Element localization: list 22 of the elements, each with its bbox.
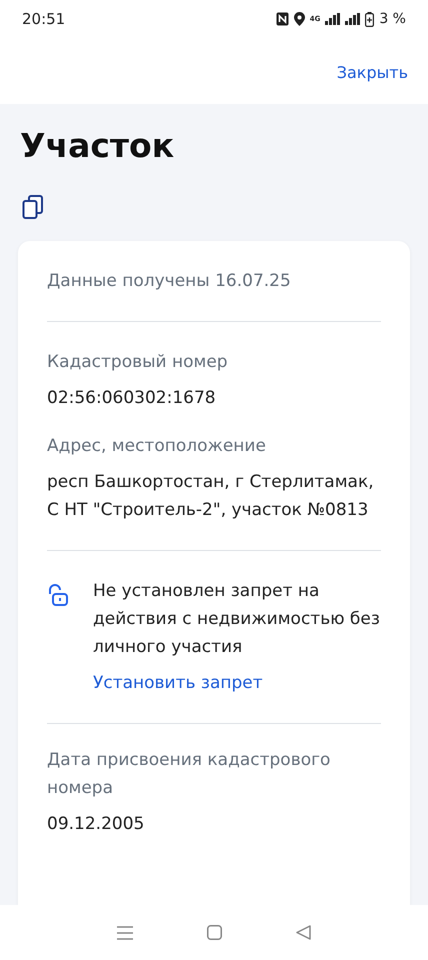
nfc-icon [276, 12, 289, 26]
field-value: 02:56:060302:1678 [47, 387, 217, 410]
back-icon[interactable] [296, 925, 311, 940]
signal-icon [345, 13, 360, 25]
battery-icon [365, 12, 374, 26]
page-title: Участок [20, 126, 176, 165]
field-label: Адрес, местоположение [47, 435, 267, 458]
menu-icon[interactable] [117, 926, 133, 940]
ban-status-text: Не установлен запрет на действия с недвижимостью без личного участия [93, 580, 381, 659]
field-label: Кадастровый номер [47, 351, 229, 374]
copy-icon[interactable] [22, 195, 44, 219]
battery-level: 3 % [379, 11, 406, 27]
close-link[interactable]: Закрыть [336, 62, 408, 82]
field-value: 09.12.2005 [47, 813, 146, 836]
location-icon [294, 12, 305, 26]
data-date: Данные получены 16.07.25 [47, 271, 291, 291]
signal-icon [325, 13, 340, 25]
field-label: Дата присвоения кадастрового номера [47, 749, 332, 800]
field-value: респ Башкортостан, г Стерлитамак, С НТ "Строитель-2", участок №0813 [47, 471, 375, 522]
home-icon[interactable] [207, 925, 222, 940]
set-ban-link[interactable]: Установить запрет [93, 669, 381, 697]
status-time: 20:51 [22, 10, 66, 28]
